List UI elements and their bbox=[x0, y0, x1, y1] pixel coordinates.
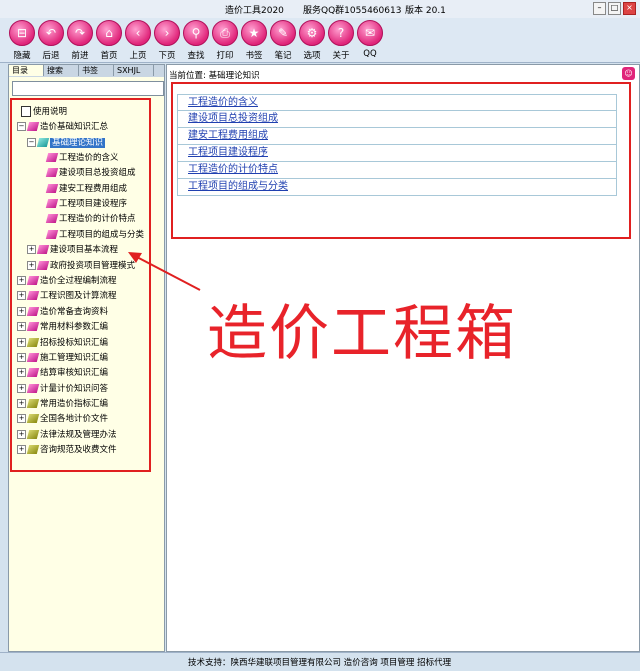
toolbar-button-2[interactable]: ↷ 前进 bbox=[66, 20, 94, 62]
toolbar-button-11[interactable]: ? 关于 bbox=[327, 20, 355, 62]
bookmark-icon: ★ bbox=[241, 20, 267, 46]
toolbar-button-label: 前进 bbox=[71, 51, 89, 61]
print-icon: ⎙ bbox=[212, 20, 238, 46]
toolbar-button-12[interactable]: ✉ QQ bbox=[356, 20, 384, 62]
toolbar-button-label: 下页 bbox=[158, 51, 176, 61]
close-button[interactable]: × bbox=[623, 2, 636, 15]
toolbar-button-label: 上页 bbox=[129, 51, 147, 61]
about-icon: ? bbox=[328, 20, 354, 46]
forward-icon: ↷ bbox=[67, 20, 93, 46]
overlay-caption: 造价工程箱 bbox=[207, 299, 517, 369]
toolbar-button-8[interactable]: ★ 书签 bbox=[240, 20, 268, 62]
toolbar-button-0[interactable]: ⊟ 隐藏 bbox=[8, 20, 36, 62]
toolbar-button-5[interactable]: › 下页 bbox=[153, 20, 181, 62]
title-bar: 造价工具2020 服务QQ群1055460613 版本 20.1 – □ × bbox=[0, 0, 640, 19]
next-page-icon: › bbox=[154, 20, 180, 46]
toolbar-button-label: 查找 bbox=[187, 51, 205, 61]
highlight-box-tree bbox=[10, 98, 151, 472]
qq-icon: ✉ bbox=[357, 20, 383, 46]
tab-bookmarks[interactable]: 书签 bbox=[79, 65, 114, 76]
toolbar-button-9[interactable]: ✎ 笔记 bbox=[269, 20, 297, 62]
toolbar-button-4[interactable]: ‹ 上页 bbox=[124, 20, 152, 62]
prev-page-icon: ‹ bbox=[125, 20, 151, 46]
version-label: 版本 20.1 bbox=[405, 6, 446, 16]
toolbar-button-10[interactable]: ⚙ 选项 bbox=[298, 20, 326, 62]
toolbar-button-1[interactable]: ↶ 后退 bbox=[37, 20, 65, 62]
find-icon: ⚲ bbox=[183, 20, 209, 46]
home-icon: ⌂ bbox=[96, 20, 122, 46]
toolbar-button-label: QQ bbox=[363, 49, 377, 59]
footer-text: 技术支持：陕西华建联项目管理有限公司 造价咨询 项目管理 招标代理 bbox=[188, 658, 452, 668]
search-input[interactable] bbox=[12, 81, 164, 96]
back-icon: ↶ bbox=[38, 20, 64, 46]
tab-contents[interactable]: 目录 bbox=[9, 65, 44, 76]
hide-icon: ⊟ bbox=[9, 20, 35, 46]
tab-search[interactable]: 搜索 bbox=[44, 65, 79, 76]
status-bar: 技术支持：陕西华建联项目管理有限公司 造价咨询 项目管理 招标代理 bbox=[0, 652, 640, 671]
toolbar-button-label: 笔记 bbox=[274, 51, 292, 61]
options-icon: ⚙ bbox=[299, 20, 325, 46]
toolbar-button-label: 打印 bbox=[216, 51, 234, 61]
toolbar-button-label: 隐藏 bbox=[13, 51, 31, 61]
toolbar-button-3[interactable]: ⌂ 首页 bbox=[95, 20, 123, 62]
toolbar-button-label: 选项 bbox=[303, 51, 321, 61]
toolbar-button-label: 首页 bbox=[100, 51, 118, 61]
service-group: 服务QQ群1055460613 bbox=[303, 6, 402, 16]
window-title: 造价工具2020 bbox=[225, 6, 284, 16]
breadcrumb: 当前位置: 基础理论知识 bbox=[169, 71, 260, 81]
toolbar: ⊟ 隐藏 ↶ 后退 ↷ 前进 ⌂ 首页 ‹ 上页 › 下页 ⚲ 查找 ⎙ 打印 ★ 书签 ✎ 笔记 ⚙ 选项? 关于 ✉ QQ bbox=[0, 18, 640, 63]
toolbar-button-label: 后退 bbox=[42, 51, 60, 61]
toolbar-button-label: 关于 bbox=[332, 51, 350, 61]
toolbar-button-6[interactable]: ⚲ 查找 bbox=[182, 20, 210, 62]
minimize-button[interactable]: – bbox=[593, 2, 606, 15]
left-tabs: 目录 搜索 书签 SXHJL bbox=[9, 65, 164, 77]
panel-icon[interactable]: ☺ bbox=[622, 67, 635, 80]
highlight-box-links bbox=[171, 82, 631, 239]
maximize-button[interactable]: □ bbox=[608, 2, 621, 15]
tab-sxhjl[interactable]: SXHJL bbox=[114, 65, 154, 76]
toolbar-button-label: 书签 bbox=[245, 51, 263, 61]
note-icon: ✎ bbox=[270, 20, 296, 46]
toolbar-button-7[interactable]: ⎙ 打印 bbox=[211, 20, 239, 62]
